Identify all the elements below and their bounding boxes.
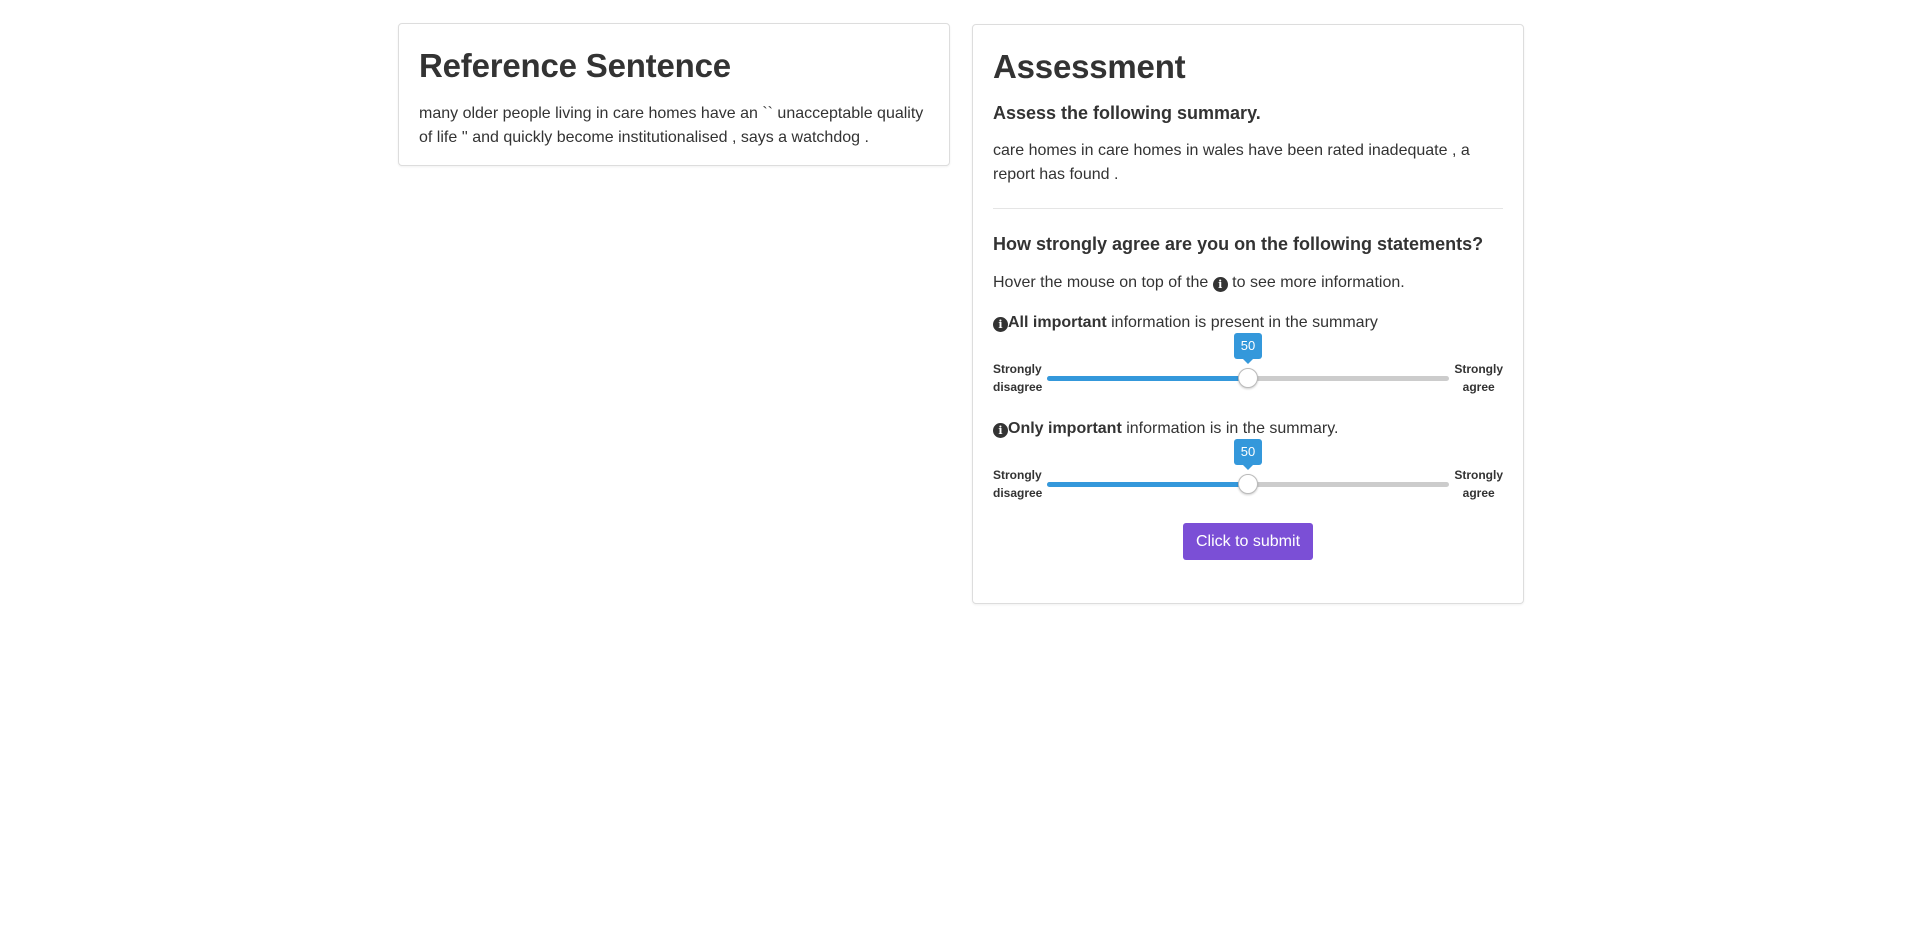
left-label-line2: disagree bbox=[993, 380, 1043, 394]
reference-panel: Reference Sentence many older people liv… bbox=[398, 23, 950, 166]
slider-value-bubble: 50 bbox=[1234, 439, 1262, 470]
statement-only-important: i Only important information is in the su… bbox=[993, 417, 1503, 441]
slider-only-important[interactable]: Strongly disagree 50 Strongly agree bbox=[993, 439, 1503, 502]
statement-all-important: i All important information is present in… bbox=[993, 311, 1503, 335]
slider-handle[interactable] bbox=[1238, 474, 1258, 494]
info-icon[interactable]: i bbox=[993, 423, 1008, 438]
right-label-line2: agree bbox=[1462, 486, 1495, 500]
submit-button[interactable]: Click to submit bbox=[1182, 523, 1314, 560]
slider-track[interactable]: 50 bbox=[1047, 439, 1449, 494]
hover-instruction: Hover the mouse on top of the i to see m… bbox=[993, 271, 1503, 295]
slider-left-label: Strongly disagree bbox=[993, 466, 1042, 502]
left-label-line1: Strongly bbox=[993, 362, 1042, 376]
left-label-line2: disagree bbox=[993, 486, 1043, 500]
slider-track[interactable]: 50 bbox=[1047, 333, 1449, 388]
hover-suffix: to see more information. bbox=[1232, 274, 1405, 291]
statement-text: information is in the summary. bbox=[1121, 420, 1339, 437]
hover-prefix: Hover the mouse on top of the bbox=[993, 274, 1209, 291]
slider-right-label: Strongly agree bbox=[1454, 360, 1503, 396]
slider-fill bbox=[1047, 376, 1248, 381]
assessment-subhead: Assess the following summary. bbox=[993, 103, 1261, 123]
info-icon: i bbox=[1212, 277, 1228, 292]
slider-fill bbox=[1047, 482, 1248, 487]
statement-bold: Only important bbox=[1008, 420, 1122, 437]
question-heading: How strongly agree are you on the follow… bbox=[993, 234, 1484, 254]
left-label-line1: Strongly bbox=[993, 468, 1042, 482]
submit-wrapper: Click to submit bbox=[993, 523, 1503, 560]
slider-all-important[interactable]: Strongly disagree 50 Strongly agree bbox=[993, 333, 1503, 396]
assessment-panel: Assessment Assess the following summary.… bbox=[972, 24, 1524, 604]
slider-left-label: Strongly disagree bbox=[993, 360, 1042, 396]
reference-title: Reference Sentence bbox=[419, 47, 731, 84]
info-icon[interactable]: i bbox=[993, 317, 1008, 332]
slider-value-bubble: 50 bbox=[1234, 333, 1262, 364]
assessment-title: Assessment bbox=[993, 48, 1186, 85]
slider-handle[interactable] bbox=[1238, 368, 1258, 388]
statement-text: information is present in the summary bbox=[1106, 314, 1378, 331]
right-label-line1: Strongly bbox=[1454, 468, 1503, 482]
slider-right-label: Strongly agree bbox=[1454, 466, 1503, 502]
reference-sentence: many older people living in care homes h… bbox=[419, 105, 924, 146]
right-label-line2: agree bbox=[1462, 380, 1495, 394]
divider bbox=[993, 208, 1503, 209]
right-label-line1: Strongly bbox=[1454, 362, 1503, 376]
statement-bold: All important bbox=[1008, 314, 1107, 331]
summary-text: care homes in care homes in wales have b… bbox=[993, 142, 1470, 183]
